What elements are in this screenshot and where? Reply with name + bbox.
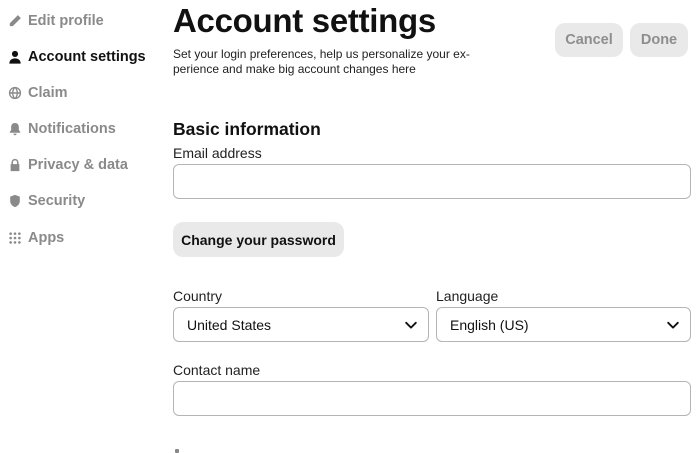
section-heading-basic-information: Basic information [173, 119, 321, 139]
country-select[interactable]: United States [173, 307, 429, 342]
globe-icon [8, 86, 22, 100]
lock-icon [8, 158, 22, 172]
bell-icon [8, 122, 22, 136]
sidebar-item-account-settings[interactable]: Account settings [8, 46, 146, 68]
country-select-value: United States [187, 316, 272, 333]
sidebar-item-notifications[interactable]: Notifications [8, 118, 116, 140]
sidebar-item-apps[interactable]: Apps [8, 227, 64, 249]
sidebar-item-label: Notifications [28, 121, 116, 137]
sidebar-item-claim[interactable]: Claim [8, 82, 68, 104]
page-subtitle: Set your login preferences, help us pers… [173, 47, 470, 76]
contact-name-label: Contact name [173, 362, 261, 378]
sidebar-item-security[interactable]: Security [8, 190, 85, 212]
sidebar-item-privacy-data[interactable]: Privacy & data [8, 154, 128, 176]
change-password-button[interactable]: Change your password [173, 222, 344, 257]
email-field[interactable] [173, 164, 691, 199]
chevron-down-icon [666, 318, 680, 332]
sidebar-item-label: Edit profile [28, 13, 104, 29]
cancel-button[interactable]: Cancel [555, 23, 623, 57]
sidebar-item-label: Claim [28, 85, 68, 101]
sidebar-item-label: Security [28, 193, 86, 209]
shield-icon [8, 194, 22, 208]
language-select-value: English (US) [450, 316, 529, 333]
sidebar-item-label: Account settings [28, 49, 146, 65]
country-label: Country [173, 288, 223, 304]
sidebar-item-edit-profile[interactable]: Edit profile [8, 10, 104, 32]
language-select[interactable]: English (US) [436, 307, 691, 342]
page-title: Account settings [173, 2, 436, 39]
chevron-down-icon [404, 318, 418, 332]
contact-name-field[interactable] [173, 381, 691, 416]
person-icon [8, 50, 22, 64]
done-button[interactable]: Done [630, 23, 688, 57]
email-label: Email address [173, 145, 262, 161]
pencil-icon [8, 14, 22, 28]
language-label: Language [436, 288, 499, 304]
sidebar-item-label: Privacy & data [28, 157, 128, 173]
sidebar-item-label: Apps [28, 230, 65, 246]
grid-icon [8, 231, 22, 245]
next-field-label-cutoff [173, 446, 213, 453]
